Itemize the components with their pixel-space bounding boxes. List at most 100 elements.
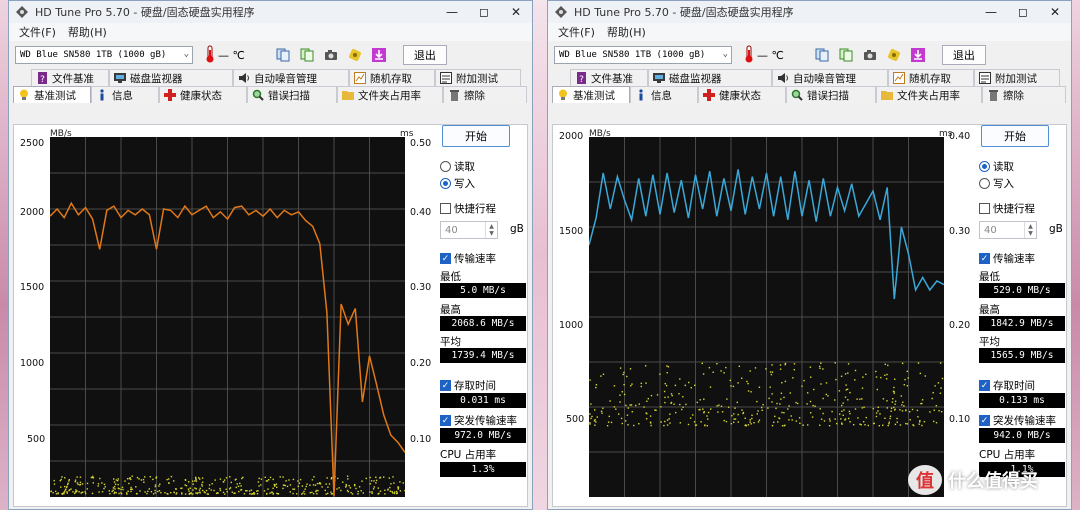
menu-file[interactable]: 文件(F) [552,24,601,40]
random-access-icon [354,72,366,84]
menu-help[interactable]: 帮助(H) [62,24,113,40]
access-time-point [319,483,322,485]
tab-folder-usage[interactable]: 文件夹占用率 [337,86,443,103]
exit-button[interactable]: 退出 [941,45,986,65]
transfer-rate-checkbox[interactable]: ✓ 传输速率 [979,251,1035,266]
tab-file-benchmark[interactable]: ? 文件基准 [570,69,648,86]
tab-info[interactable]: 信息 [91,86,159,103]
access-time-point [666,365,668,367]
tab-health[interactable]: 健康状态 [159,86,247,103]
access-time-point [327,492,329,495]
save-icon[interactable] [297,45,317,65]
access-time-point [84,491,86,493]
maximize-button[interactable]: ◻ [468,1,500,23]
copy-icon[interactable] [812,45,832,65]
save-icon[interactable] [836,45,856,65]
close-button[interactable]: ✕ [500,1,532,23]
tab-benchmark[interactable]: 基准测试 [552,86,630,103]
access-time-point [135,486,137,488]
access-time-point [199,491,201,493]
access-time-point [269,492,271,494]
tab-noise-management[interactable]: 自动噪音管理 [233,69,349,86]
radio-write[interactable]: 写入 [979,176,1014,191]
tab-benchmark[interactable]: 基准测试 [13,86,91,103]
short-stroke-checkbox[interactable]: 快捷行程 [979,201,1035,216]
tab-info[interactable]: 信息 [630,86,698,103]
tab-extra-tests[interactable]: 附加测试 [974,69,1060,86]
tab-health-label: 健康状态 [719,89,761,102]
copy-icon[interactable] [273,45,293,65]
access-time-point [67,482,69,484]
tab-erase[interactable]: 擦除 [982,86,1066,103]
transfer-rate-checkbox[interactable]: ✓ 传输速率 [440,251,496,266]
drive-select[interactable]: WD Blue SN580 1TB (1000 gB) ⌄ [554,46,732,64]
start-button[interactable]: 开始 [981,125,1049,147]
burst-rate-checkbox[interactable]: ✓ 突发传输速率 [440,413,517,428]
access-time-point [882,398,885,400]
access-time-point [299,478,302,481]
access-time-point [797,402,799,405]
tab-random-access[interactable]: 随机存取 [888,69,974,86]
download-icon[interactable] [908,45,928,65]
tab-erase-label: 擦除 [464,89,485,102]
drive-select[interactable]: WD Blue SN580 1TB (1000 gB) ⌄ [15,46,193,64]
maximize-button[interactable]: ◻ [1007,1,1039,23]
menu-file[interactable]: 文件(F) [13,24,62,40]
download-icon[interactable] [369,45,389,65]
camera-icon[interactable] [860,45,880,65]
tab-noise-management[interactable]: 自动噪音管理 [772,69,888,86]
burst-rate-checkbox[interactable]: ✓ 突发传输速率 [979,413,1056,428]
access-time-point [678,393,680,395]
access-time-point [595,384,598,386]
minimize-button[interactable]: — [436,1,468,23]
camera-icon[interactable] [321,45,341,65]
close-button[interactable]: ✕ [1039,1,1071,23]
access-time-point [114,483,117,485]
short-stroke-stepper[interactable]: 40 ▲ ▼ [440,221,498,239]
access-time-checkbox[interactable]: ✓ 存取时间 [979,378,1035,393]
options-icon[interactable] [884,45,904,65]
minimize-button[interactable]: — [975,1,1007,23]
access-time-checkbox[interactable]: ✓ 存取时间 [440,378,496,393]
access-time-point [369,483,371,485]
access-time-point [841,410,843,412]
access-time-point [199,478,201,480]
tab-disk-monitor[interactable]: 磁盘监视器 [109,69,233,86]
radio-write[interactable]: 写入 [440,176,475,191]
access-time-point [789,392,791,394]
exit-button[interactable]: 退出 [402,45,447,65]
options-icon[interactable] [345,45,365,65]
tab-extra-tests[interactable]: 附加测试 [435,69,521,86]
access-time-point [843,409,845,411]
short-stroke-checkbox[interactable]: 快捷行程 [440,201,496,216]
menu-help[interactable]: 帮助(H) [601,24,652,40]
tab-health[interactable]: 健康状态 [698,86,786,103]
start-button[interactable]: 开始 [442,125,510,147]
tab-random-access[interactable]: 随机存取 [349,69,435,86]
access-time-point [347,490,349,493]
radio-read[interactable]: 读取 [440,159,475,174]
radio-read[interactable]: 读取 [979,159,1014,174]
access-time-point [822,397,824,400]
max-label: 最高 [979,304,1000,316]
stepper-arrows-icon[interactable]: ▲ ▼ [485,222,497,238]
access-time-point [155,476,158,478]
access-time-point [384,493,386,495]
access-time-point [74,492,76,495]
tab-error-scan[interactable]: 错误扫描 [247,86,337,103]
title-bar: HD Tune Pro 5.70 - 硬盘/固态硬盘实用程序 — ◻ ✕ [9,1,532,23]
stepper-arrows-icon[interactable]: ▲ ▼ [1024,222,1036,238]
tab-erase[interactable]: 擦除 [443,86,527,103]
tab-error-scan[interactable]: 错误扫描 [786,86,876,103]
access-time-point [154,489,156,492]
access-time-point [316,482,319,485]
tab-folder-usage[interactable]: 文件夹占用率 [876,86,982,103]
access-time-point [112,487,115,489]
thermometer-icon [744,45,754,66]
tab-file-benchmark[interactable]: ? 文件基准 [31,69,109,86]
tab-disk-monitor[interactable]: 磁盘监视器 [648,69,772,86]
access-time-point [771,424,774,427]
access-time-point [899,409,901,411]
short-stroke-stepper[interactable]: 40 ▲ ▼ [979,221,1037,239]
y2-tick: 0.40 [410,207,432,218]
